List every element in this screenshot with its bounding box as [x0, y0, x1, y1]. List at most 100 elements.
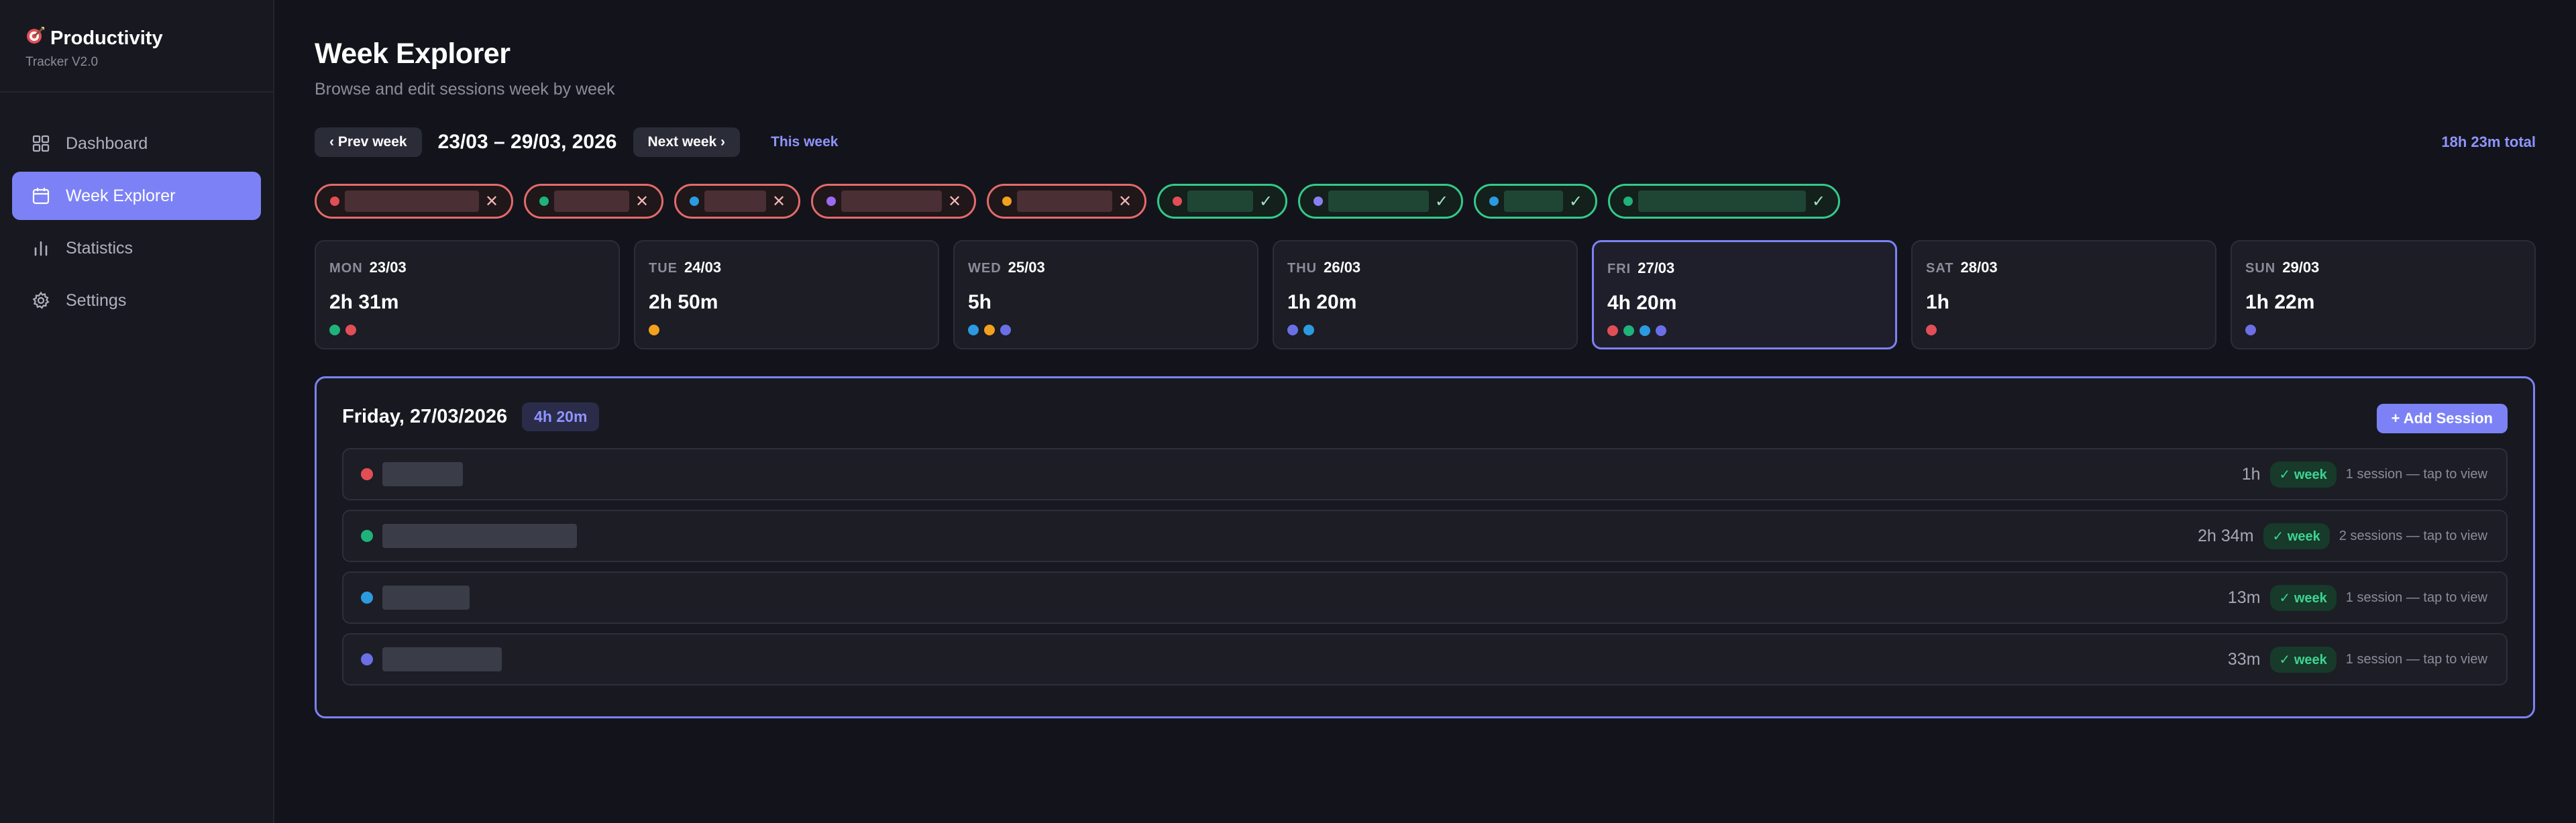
day-name: SUN	[2245, 261, 2276, 276]
redacted-label	[1638, 190, 1806, 212]
day-card-sat[interactable]: SAT 28/03 1h	[1911, 240, 2216, 349]
day-category-dots	[2245, 325, 2521, 335]
day-category-dots	[1607, 325, 1882, 336]
category-dot	[539, 197, 549, 206]
filter-chip[interactable]: ✕	[674, 184, 800, 219]
day-card-mon[interactable]: MON 23/03 2h 31m	[315, 240, 620, 349]
category-dot	[361, 653, 373, 665]
week-total: 18h 23m total	[2441, 133, 2536, 150]
redacted-label	[841, 190, 942, 212]
app-version: Tracker V2.0	[25, 55, 99, 69]
filter-chip[interactable]: ✓	[1474, 184, 1597, 219]
day-date: 29/03	[2282, 259, 2320, 276]
day-date: 28/03	[1960, 259, 1998, 276]
check-icon: ✓	[1258, 192, 1273, 211]
session-duration: 2h 34m	[2198, 526, 2254, 545]
category-dot	[649, 325, 659, 335]
next-week-button[interactable]: Next week ›	[633, 127, 741, 157]
day-category-dots	[1926, 325, 2202, 335]
day-date: 26/03	[1324, 259, 1361, 276]
week-tag: ✓ week	[2269, 646, 2337, 673]
sidebar-item-statistics[interactable]: Statistics	[12, 224, 261, 272]
check-icon: ✓	[1434, 192, 1449, 211]
session-row[interactable]: 1h ✓ week 1 session — tap to view	[342, 448, 2508, 500]
redacted-label	[704, 190, 766, 212]
sidebar-item-dashboard[interactable]: Dashboard	[12, 119, 261, 168]
day-date: 24/03	[684, 259, 722, 276]
category-dot	[690, 197, 699, 206]
filter-chip[interactable]: ✕	[811, 184, 976, 219]
close-icon: ✕	[771, 192, 786, 211]
category-dot	[968, 325, 979, 335]
filter-chip[interactable]: ✕	[315, 184, 513, 219]
day-total-badge: 4h 20m	[522, 402, 600, 431]
week-range: 23/03 – 29/03, 2026	[437, 131, 617, 153]
check-icon: ✓	[1568, 192, 1583, 211]
brand: Productivity Tracker V2.0	[0, 0, 273, 93]
filter-chip[interactable]: ✓	[1157, 184, 1287, 219]
session-row[interactable]: 2h 34m ✓ week 2 sessions — tap to view	[342, 510, 2508, 562]
session-duration: 13m	[2227, 588, 2261, 607]
sidebar-item-week-explorer[interactable]: Week Explorer	[12, 172, 261, 220]
sidebar-item-label: Week Explorer	[66, 186, 176, 205]
day-name: WED	[968, 261, 1002, 276]
category-dot	[361, 530, 373, 542]
day-detail-title: Friday, 27/03/2026	[342, 405, 508, 427]
add-session-button[interactable]: + Add Session	[2376, 404, 2508, 433]
day-category-dots	[968, 325, 1244, 335]
filter-chip[interactable]: ✕	[987, 184, 1146, 219]
day-card-tue[interactable]: TUE 24/03 2h 50m	[634, 240, 939, 349]
target-icon	[25, 25, 45, 51]
category-dot	[826, 197, 836, 206]
day-category-dots	[1287, 325, 1563, 335]
session-duration: 33m	[2227, 649, 2261, 669]
redacted-label	[554, 190, 629, 212]
day-category-dots	[329, 325, 605, 335]
redacted-label	[1504, 190, 1563, 212]
category-dot	[2245, 325, 2256, 335]
page-subtitle: Browse and edit sessions week by week	[315, 80, 615, 99]
category-dot	[361, 468, 373, 480]
category-dot	[361, 592, 373, 604]
day-duration: 2h 31m	[329, 291, 399, 313]
category-dot	[1640, 325, 1650, 336]
redacted-label	[382, 462, 463, 486]
day-card-sun[interactable]: SUN 29/03 1h 22m	[2231, 240, 2536, 349]
category-dot	[1173, 197, 1182, 206]
this-week-link[interactable]: This week	[771, 134, 838, 150]
day-name: TUE	[649, 261, 678, 276]
category-dot	[1623, 325, 1634, 336]
category-dot	[984, 325, 995, 335]
sidebar-item-label: Statistics	[66, 238, 133, 258]
redacted-label	[1328, 190, 1429, 212]
day-name: FRI	[1607, 262, 1631, 276]
day-card-wed[interactable]: WED 25/03 5h	[953, 240, 1258, 349]
day-date: 25/03	[1008, 259, 1045, 276]
prev-week-button[interactable]: ‹ Prev week	[315, 127, 422, 157]
filter-chip[interactable]: ✕	[524, 184, 663, 219]
category-dot	[1656, 325, 1666, 336]
session-count: 1 session — tap to view	[2345, 466, 2487, 482]
category-dot	[330, 197, 339, 206]
session-count: 2 sessions — tap to view	[2339, 528, 2487, 543]
redacted-label	[382, 586, 470, 610]
day-card-fri[interactable]: FRI 27/03 4h 20m	[1592, 240, 1897, 349]
sidebar-item-settings[interactable]: Settings	[12, 276, 261, 325]
session-row[interactable]: 13m ✓ week 1 session — tap to view	[342, 571, 2508, 624]
category-dot	[1303, 325, 1314, 335]
day-category-dots	[649, 325, 924, 335]
gear-icon	[31, 290, 51, 311]
session-row[interactable]: 33m ✓ week 1 session — tap to view	[342, 633, 2508, 685]
week-toolbar: ‹ Prev week 23/03 – 29/03, 2026 Next wee…	[315, 126, 2536, 158]
day-date: 27/03	[1638, 260, 1675, 276]
day-duration: 1h 20m	[1287, 291, 1357, 313]
calendar-icon	[31, 186, 51, 206]
filter-chip[interactable]: ✓	[1298, 184, 1463, 219]
close-icon: ✕	[635, 192, 649, 211]
filter-chip[interactable]: ✓	[1608, 184, 1840, 219]
close-icon: ✕	[947, 192, 962, 211]
main-content: Week Explorer Browse and edit sessions w…	[274, 0, 2576, 823]
category-dot	[1489, 197, 1499, 206]
check-icon: ✓	[1811, 192, 1826, 211]
day-card-thu[interactable]: THU 26/03 1h 20m	[1273, 240, 1578, 349]
